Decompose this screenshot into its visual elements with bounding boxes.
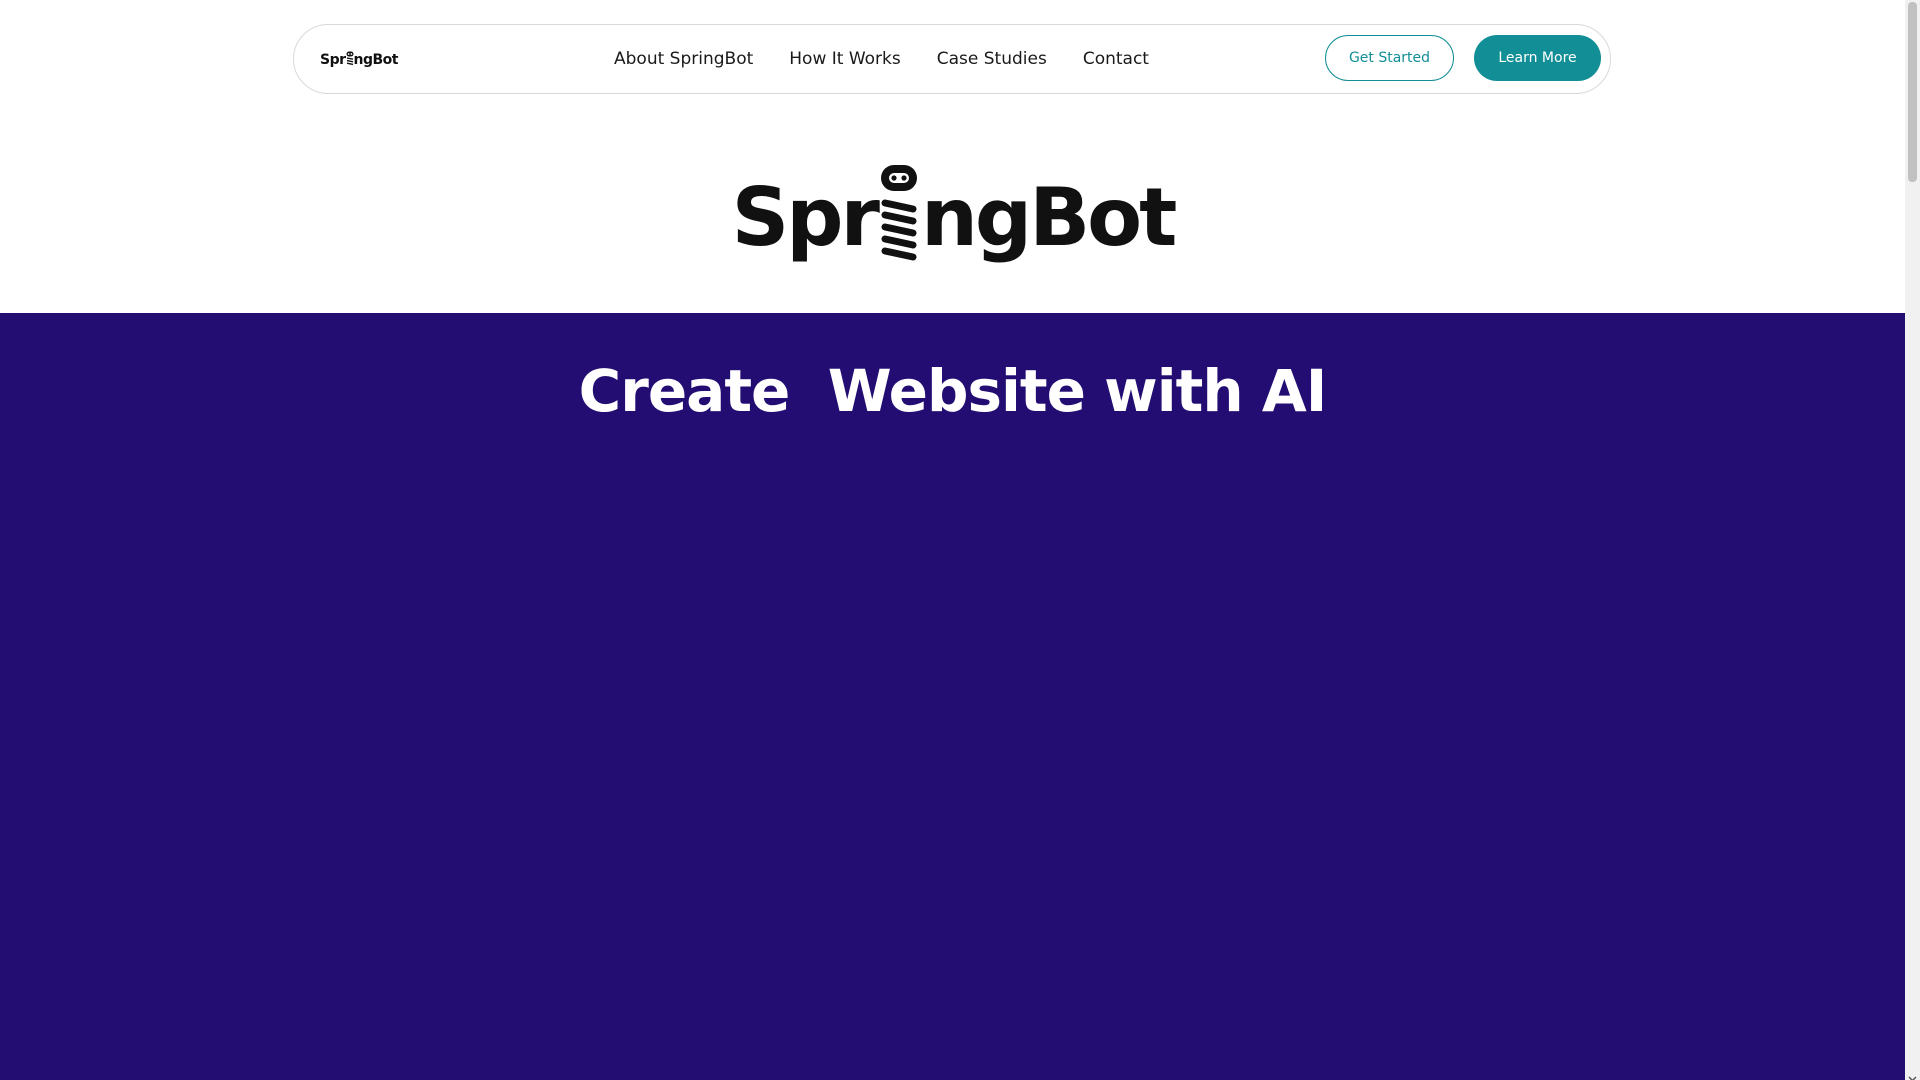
get-started-button[interactable]: Get Started: [1325, 35, 1454, 81]
nav-logo-link[interactable]: Spr ngBot: [320, 49, 399, 71]
logo-text-suffix: ngBot: [353, 52, 399, 68]
hero-logo: Spr ngBot: [732, 164, 1177, 271]
nav-logo: Spr ngBot: [320, 51, 399, 70]
main-nav: About SpringBot How It Works Case Studie…: [614, 25, 1185, 93]
nav-link-case-studies[interactable]: Case Studies: [937, 49, 1047, 69]
navbar: Spr ngBot About SpringBot How It Works C…: [293, 24, 1611, 94]
nav-link-how-it-works[interactable]: How It Works: [789, 49, 900, 69]
hero-logo-text-prefix: Spr: [731, 171, 880, 264]
robot-spring-icon: [879, 163, 919, 274]
scrollbar-thumb[interactable]: [1908, 2, 1917, 182]
hero-logo-wordmark: Spr ngBot: [731, 163, 1177, 274]
hero-section: Create Website with AI: [0, 313, 1905, 1080]
chevron-down-icon[interactable]: [1908, 1068, 1917, 1080]
nav-link-about[interactable]: About SpringBot: [614, 49, 753, 69]
page: Spr ngBot About SpringBot How It Works C…: [0, 0, 1920, 1080]
hero-title: Create Website with AI: [578, 357, 1328, 425]
robot-spring-icon: [346, 51, 354, 70]
nav-link-contact[interactable]: Contact: [1083, 49, 1149, 69]
learn-more-button[interactable]: Learn More: [1474, 35, 1601, 81]
page-viewport: Spr ngBot About SpringBot How It Works C…: [0, 0, 1905, 1080]
logo-text-prefix: Spr: [320, 52, 346, 68]
vertical-scrollbar[interactable]: [1905, 0, 1920, 1080]
hero-logo-text-suffix: ngBot: [920, 171, 1177, 264]
